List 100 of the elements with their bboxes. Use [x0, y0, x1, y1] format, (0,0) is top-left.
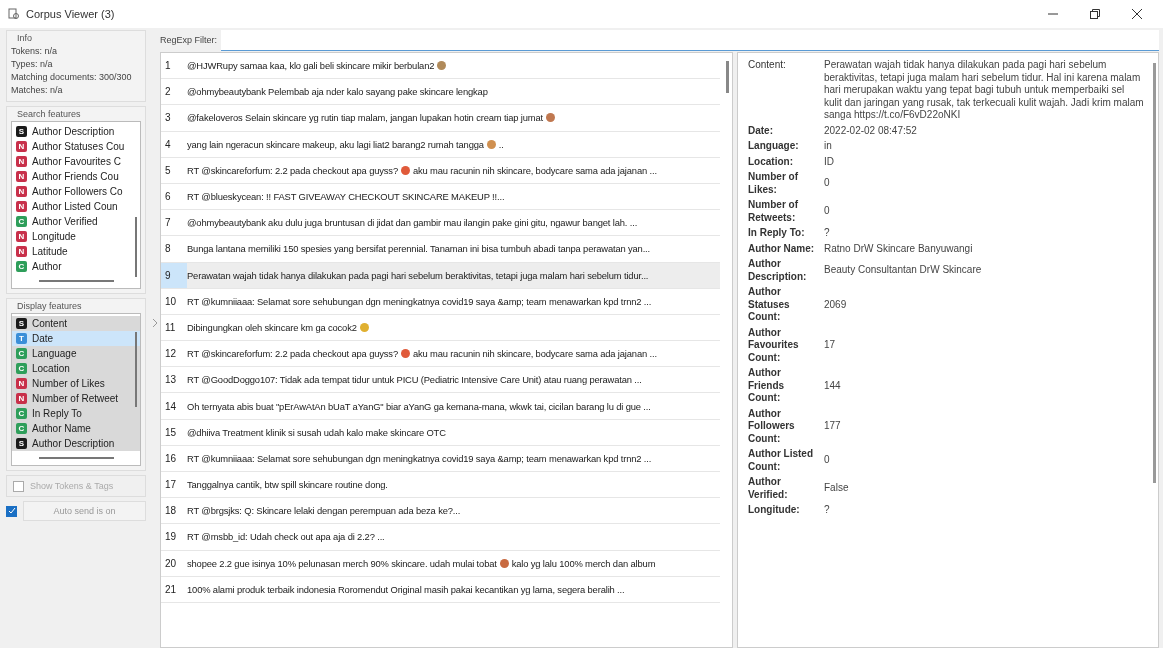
feature-item[interactable]: C Language — [12, 346, 140, 361]
document-row[interactable]: 2 @ohmybeautybank Pelembab aja nder kalo sayang pake skincare lengkap — [161, 79, 720, 106]
document-row[interactable]: 5 RT @skincareforfum: 2.2 pada checkout apa guyss? aku mau racunin nih skincare, bodycare sama ada jajanan ... — [161, 157, 720, 184]
feature-item[interactable]: N Author Favourites C — [12, 154, 140, 169]
document-row[interactable]: 17 Tanggalnya cantik, btw spill skincare routine dong. — [161, 472, 720, 499]
field-label: Language: — [748, 140, 800, 153]
feature-item[interactable]: N Author Listed Coun — [12, 199, 140, 214]
row-number: 11 — [164, 320, 177, 335]
field-value: 144 — [824, 379, 842, 392]
document-row[interactable]: 13 RT @GoodDoggo107: Tidak ada tempat tidur untuk PICU (Pediatric Intensive Care Unit) atau ruang perawatan ... — [161, 367, 720, 394]
row-number: 5 — [164, 163, 172, 178]
info-line: Tokens: n/a — [11, 45, 59, 58]
info-line: Matching documents: 300/300 — [11, 71, 133, 84]
document-row[interactable]: 8 Bunga lantana memiliki 150 spesies yang bersifat perennial. Tanaman ini bisa tumbuh abadi tanpa perawatan yan... — [161, 236, 720, 263]
variable-type-icon: C — [16, 348, 27, 359]
document-text: aku mau racunin nih skincare, bodycare sama ada jajanan ... — [412, 348, 657, 360]
feature-item[interactable]: N Author Statuses Cou — [12, 139, 140, 154]
feature-item[interactable]: N Longitude — [12, 229, 140, 244]
row-number: 17 — [164, 478, 178, 493]
scrollbar[interactable] — [135, 217, 137, 277]
document-row[interactable]: 21 100% alami produk terbaik indonesia Roromendut Original masih pakai kecantikan yg lama, segera beralih ... — [161, 576, 720, 603]
document-row[interactable]: 10 RT @kumniiaaa: Selamat sore sehubungan dgn meningkatnya covid19 saya &amp; team menawarkan kpd trnn2 ... — [161, 288, 720, 315]
variable-type-icon: C — [16, 261, 27, 272]
row-number: 8 — [164, 242, 172, 257]
document-text: aku mau racunin nih skincare, bodycare sama ada jajanan ... — [412, 164, 657, 176]
document-text: RT @kumniiaaa: Selamat sore sehubungan dgn meningkatnya covid19 saya &amp; team menawarkan kpd trnn2 ... — [187, 452, 652, 464]
variable-type-icon: T — [16, 333, 27, 344]
feature-item[interactable]: C Author Verified — [12, 214, 140, 229]
feature-item[interactable]: C In Reply To — [12, 406, 140, 421]
scrollbar[interactable] — [1153, 63, 1156, 483]
window-title: Corpus Viewer (3) — [26, 8, 115, 20]
document-text: RT @GoodDoggo107: Tidak ada tempat tidur untuk PICU (Pediatric Intensive Care Unit) atau ruang perawatan ... — [187, 374, 642, 386]
field-label: Content: — [748, 59, 787, 72]
row-number: 18 — [164, 504, 178, 519]
row-number: 21 — [164, 582, 178, 597]
emoji-icon — [499, 558, 509, 568]
document-row[interactable]: 16 RT @kumniiaaa: Selamat sore sehubungan dgn meningkatnya covid19 saya &amp; team menawarkan kpd trnn2 ... — [161, 445, 720, 472]
feature-item[interactable]: C Author Name — [12, 421, 140, 436]
feature-item[interactable]: C Location — [12, 361, 140, 376]
close-icon — [1132, 9, 1142, 19]
scrollbar[interactable] — [38, 280, 114, 282]
feature-item[interactable]: N Latitude — [12, 244, 140, 259]
feature-item[interactable]: S Author Description — [12, 436, 140, 451]
row-number: 9 — [161, 262, 187, 288]
field-value: False — [824, 482, 850, 495]
auto-send-checkbox[interactable] — [6, 505, 17, 517]
field-value: in — [824, 140, 833, 153]
document-text: @fakeloveros Selain skincare yg rutin tiap malam, jangan lupakan hotin cream tiap jumat — [187, 112, 544, 124]
feature-item[interactable]: S Content — [12, 316, 140, 331]
document-text: @ohmybeautybank Pelembab aja nder kalo sayang pake skincare lengkap — [187, 86, 488, 98]
document-row[interactable]: 7 @ohmybeautybank aku dulu juga bruntusan di jidat dan gambir mau ilangin pake gini gitu, ngawur banget lah. ... — [161, 210, 720, 237]
feature-item[interactable]: C Author — [12, 259, 140, 274]
document-text: @HJWRupy samaa kaa, klo gali beli skincare mikir berbulan2 — [187, 60, 435, 72]
feature-item[interactable]: S Author Description — [12, 124, 140, 139]
row-number: 16 — [164, 451, 178, 466]
document-text: Oh ternyata abis buat "pErAwAtAn bUaT aYanG" biar aYanG ga kemana-mana, wkwk tai, cicilan barang lu di gue ... — [187, 400, 651, 412]
document-row[interactable]: 20 shopee 2.2 gue isinya 10% pelunasan merch 90% skincare. udah mulai tobat kalo yg lalu 100% merch dan album — [161, 550, 720, 577]
variable-type-icon: N — [16, 186, 27, 197]
variable-type-icon: N — [16, 156, 27, 167]
variable-type-icon: N — [16, 231, 27, 242]
feature-item[interactable]: N Author Friends Cou — [12, 169, 140, 184]
variable-type-icon: C — [16, 216, 27, 227]
regexp-filter-field[interactable] — [221, 29, 1159, 51]
feature-item[interactable]: T Date — [12, 331, 140, 346]
feature-item[interactable]: N Author Followers Co — [12, 184, 140, 199]
field-value: 0 — [824, 177, 831, 190]
variable-type-icon: N — [16, 378, 27, 389]
document-row[interactable]: 11 Dibingungkan oleh skincare km ga cocok2 — [161, 314, 720, 342]
field-value: 0 — [824, 454, 831, 467]
emoji-icon — [400, 349, 410, 359]
row-number: 20 — [164, 556, 178, 571]
document-row[interactable]: 9 Perawatan wajah tidak hanya dilakukan pada pagi hari sebelum beraktivitas, tetapi juga malam hari sebelum tidur... — [161, 262, 720, 289]
document-text: yang lain ngeracun skincare makeup, aku lagi liat2 barang2 rumah tangga — [187, 138, 484, 150]
row-number: 12 — [164, 347, 178, 362]
feature-item[interactable]: N Number of Likes — [12, 376, 140, 391]
document-text: .. — [498, 138, 504, 150]
field-label: Author Friends Count: — [748, 367, 786, 405]
document-row[interactable]: 12 RT @skincareforfum: 2.2 pada checkout apa guyss? aku mau racunin nih skincare, bodycare sama ada jajanan ... — [161, 341, 720, 368]
field-value: ? — [824, 227, 831, 240]
field-label: Author Listed Count: — [748, 448, 814, 473]
document-row[interactable]: 3 @fakeloveros Selain skincare yg rutin tiap malam, jangan lupakan hotin cream tiap jumat — [161, 105, 720, 132]
field-label: In Reply To: — [748, 227, 806, 240]
field-value: Perawatan wajah tidak hanya dilakukan pada pagi hari sebelum beraktivitas, tetapi juga malam hari sebelum tidur. Hal ini karena malam hari merupakan waktu yang tepat bagi tubuh untuk memperbaiki sel kulit dan jaringan yang rusak, tak terkecuali kulit wajah. Jadi krim malam sanga https://t.co/F6vD22oNKI — [824, 59, 1144, 122]
info-line: Matches: n/a — [11, 84, 64, 97]
document-row[interactable]: 19 RT @msbb_id: Udah check out apa aja di 2.2? ... — [161, 524, 720, 551]
scrollbar[interactable] — [135, 332, 137, 407]
document-row[interactable]: 6 RT @blueskycean: !! FAST GIVEAWAY CHECKOUT SKINCARE MAKEUP !!... — [161, 183, 720, 211]
feature-item[interactable]: N Number of Retweet — [12, 391, 140, 406]
document-row[interactable]: 15 @dhiiva Treatment klinik si susah udah kalo make skincare OTC — [161, 419, 720, 446]
row-number: 19 — [164, 530, 178, 545]
row-number: 4 — [164, 137, 172, 152]
restore-icon — [1090, 9, 1100, 19]
scrollbar[interactable] — [38, 457, 114, 459]
document-row[interactable]: 18 RT @brgsjks: Q: Skincare lelaki dengan perempuan ada beza ke?... — [161, 498, 720, 525]
scrollbar[interactable] — [726, 61, 729, 93]
document-row[interactable]: 4 yang lain ngeracun skincare makeup, aku lagi liat2 barang2 rumah tangga .. — [161, 131, 720, 158]
info-line: Types: n/a — [11, 58, 54, 71]
document-row[interactable]: 1 @HJWRupy samaa kaa, klo gali beli skincare mikir berbulan2 — [161, 53, 720, 80]
row-number: 7 — [164, 216, 172, 231]
document-row[interactable]: 14 Oh ternyata abis buat "pErAwAtAn bUaT aYanG" biar aYanG ga kemana-mana, wkwk tai, cicilan barang lu di gue ... — [161, 393, 720, 420]
